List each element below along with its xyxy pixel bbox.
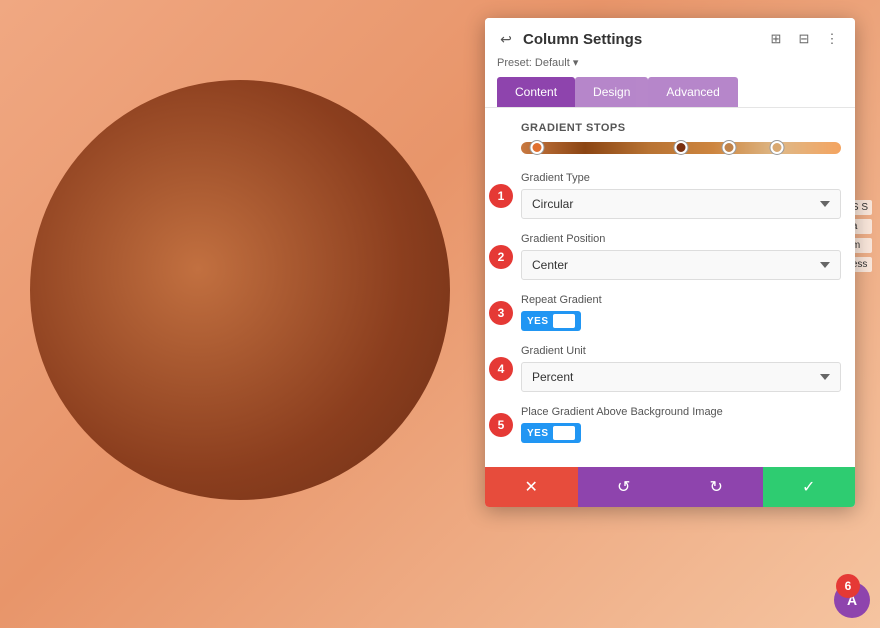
badge-1: 1 [489, 184, 513, 208]
column-settings-panel: ↩ Column Settings ⊞ ⊟ ⋮ Preset: Default … [485, 18, 855, 507]
layout-icon[interactable]: ⊟ [793, 28, 815, 50]
repeat-gradient-group: Repeat Gradient 3 YES [521, 294, 841, 331]
gradient-type-group: Gradient Type 1 Circular Linear Elliptic… [521, 172, 841, 219]
place-gradient-toggle[interactable]: YES [521, 423, 581, 443]
preset-selector[interactable]: Preset: Default ▾ [497, 56, 843, 69]
stop-dot-2[interactable] [675, 141, 688, 154]
stop-dot-4[interactable] [771, 141, 784, 154]
tab-design[interactable]: Design [575, 77, 648, 107]
more-icon[interactable]: ⋮ [821, 28, 843, 50]
gradient-type-label: Gradient Type [521, 172, 841, 184]
toggle-handle [553, 314, 575, 328]
panel-header: ↩ Column Settings ⊞ ⊟ ⋮ Preset: Default … [485, 18, 855, 108]
gradient-unit-select[interactable]: Percent Pixels [521, 362, 841, 392]
gradient-unit-group: Gradient Unit 4 Percent Pixels [521, 345, 841, 392]
place-gradient-yes-label: YES [527, 428, 549, 439]
panel-title: Column Settings [523, 31, 642, 48]
gradient-stops-label: Gradient Stops [521, 122, 841, 134]
save-button[interactable]: ✓ [763, 467, 856, 507]
panel-title-row: ↩ Column Settings ⊞ ⊟ ⋮ [497, 28, 843, 50]
badge-4: 4 [489, 357, 513, 381]
place-gradient-toggle-wrap: YES [521, 423, 841, 443]
place-gradient-group: Place Gradient Above Background Image 5 … [521, 406, 841, 443]
badge-3: 3 [489, 301, 513, 325]
toggle-handle-2 [553, 426, 575, 440]
stop-dot-1[interactable] [531, 141, 544, 154]
stop-dot-3[interactable] [723, 141, 736, 154]
redo-button[interactable]: ↻ [670, 467, 763, 507]
panel-body: Gradient Stops Gradient Type 1 Circular … [485, 108, 855, 467]
panel-title-left: ↩ Column Settings [497, 30, 642, 48]
gradient-unit-label: Gradient Unit [521, 345, 841, 357]
gradient-stops-section: Gradient Stops [521, 122, 841, 154]
tab-content[interactable]: Content [497, 77, 575, 107]
cancel-button[interactable]: ✕ [485, 467, 578, 507]
background-circle [30, 80, 450, 500]
repeat-gradient-label: Repeat Gradient [521, 294, 841, 306]
repeat-gradient-yes-label: YES [527, 316, 549, 327]
place-gradient-label: Place Gradient Above Background Image [521, 406, 841, 418]
repeat-gradient-toggle-wrap: YES [521, 311, 841, 331]
badge-5: 5 [489, 413, 513, 437]
tab-advanced[interactable]: Advanced [648, 77, 737, 107]
badge-6: 6 [836, 574, 860, 598]
back-icon[interactable]: ↩ [497, 30, 515, 48]
gradient-position-label: Gradient Position [521, 233, 841, 245]
gradient-position-select[interactable]: Center Top Left Top Right Bottom Left Bo… [521, 250, 841, 280]
gradient-position-group: Gradient Position 2 Center Top Left Top … [521, 233, 841, 280]
repeat-gradient-toggle[interactable]: YES [521, 311, 581, 331]
reset-button[interactable]: ↺ [578, 467, 671, 507]
settings-tabs: Content Design Advanced [497, 77, 843, 107]
gradient-type-select[interactable]: Circular Linear Elliptical Conic [521, 189, 841, 219]
gradient-stops-track[interactable] [521, 142, 841, 154]
panel-title-right: ⊞ ⊟ ⋮ [765, 28, 843, 50]
badge-2: 2 [489, 245, 513, 269]
panel-footer: ✕ ↺ ↻ ✓ [485, 467, 855, 507]
expand-icon[interactable]: ⊞ [765, 28, 787, 50]
